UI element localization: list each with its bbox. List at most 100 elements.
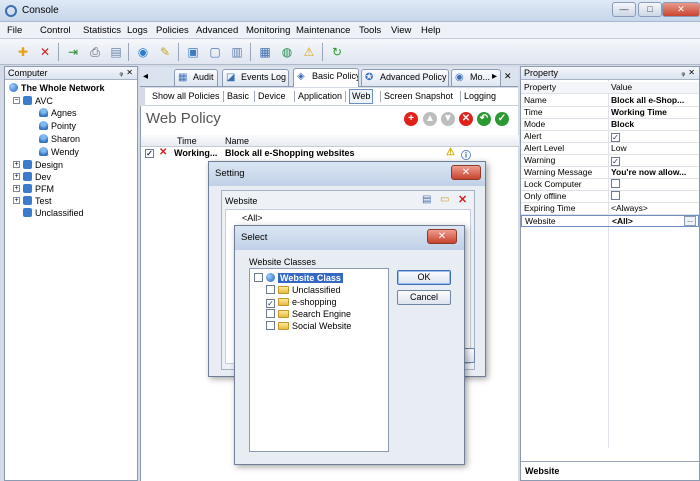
- website-class-item[interactable]: ✓ e-shopping: [266, 296, 337, 308]
- tab-scroll-right-icon[interactable]: ▸: [492, 71, 497, 82]
- property-row-name[interactable]: Name Block all e-Shop...: [521, 95, 699, 107]
- subtab-web[interactable]: Web: [349, 89, 374, 104]
- tab-advanced-policy[interactable]: ✪ Advanced Policy: [361, 69, 449, 86]
- cancel-button[interactable]: Cancel: [397, 290, 451, 305]
- property-row-time[interactable]: Time Working Time: [521, 107, 699, 119]
- monitor-icon[interactable]: ▢: [206, 43, 224, 61]
- delete-policy-button[interactable]: ✕: [459, 112, 473, 126]
- name-column-header[interactable]: Name: [225, 136, 249, 146]
- minimize-button[interactable]: —: [612, 2, 636, 17]
- expand-toggle[interactable]: −: [13, 97, 20, 104]
- maximize-button[interactable]: □: [638, 2, 662, 17]
- property-row-only-offline[interactable]: Only offline: [521, 191, 699, 203]
- website-class-checkbox[interactable]: [266, 285, 275, 294]
- time-column-header[interactable]: Time: [177, 136, 197, 146]
- delete-website-icon[interactable]: ✕: [458, 193, 467, 206]
- website-class-item[interactable]: Unclassified: [266, 284, 341, 296]
- property-checkbox[interactable]: [611, 191, 697, 202]
- menu-tools[interactable]: Tools: [359, 25, 381, 36]
- expand-toggle[interactable]: +: [13, 197, 20, 204]
- website-class-root[interactable]: Website Class: [254, 272, 343, 284]
- screen-icon[interactable]: ▥: [228, 43, 246, 61]
- property-checkbox[interactable]: ✓: [611, 155, 697, 166]
- menu-monitoring[interactable]: Monitoring: [246, 25, 290, 36]
- tree-computer-pointy[interactable]: Pointy: [39, 120, 76, 132]
- tree-group-test[interactable]: Test: [23, 195, 52, 207]
- menu-maintenance[interactable]: Maintenance: [296, 25, 350, 36]
- menu-policies[interactable]: Policies: [156, 25, 189, 36]
- folder-icon[interactable]: ▭: [440, 194, 449, 205]
- property-checkbox-box[interactable]: [611, 179, 620, 188]
- close-icon[interactable]: ✕: [688, 67, 695, 79]
- website-class-root-checkbox[interactable]: [254, 273, 263, 282]
- property-row-website[interactable]: Website <All>...: [521, 215, 699, 227]
- row-enable-checkbox[interactable]: ✓: [145, 149, 154, 158]
- setting-close-button[interactable]: ✕: [451, 165, 481, 180]
- apply-button[interactable]: ✓: [495, 112, 509, 126]
- menu-view[interactable]: View: [391, 25, 411, 36]
- report-icon[interactable]: ▦: [256, 43, 274, 61]
- tab-close-icon[interactable]: ✕: [504, 71, 512, 82]
- tree-group-unclassified[interactable]: Unclassified: [23, 207, 84, 219]
- menu-logs[interactable]: Logs: [127, 25, 148, 36]
- website-list-item[interactable]: <All>: [242, 213, 263, 223]
- menu-file[interactable]: File: [7, 25, 22, 36]
- move-up-button[interactable]: ▲: [423, 112, 437, 126]
- subtab-basic[interactable]: Basic: [227, 91, 249, 101]
- select-close-button[interactable]: ✕: [427, 229, 457, 244]
- undo-button[interactable]: ↶: [477, 112, 491, 126]
- tree-root[interactable]: The Whole Network: [9, 82, 105, 94]
- tree-group-pfm[interactable]: PFM: [23, 183, 54, 195]
- tree-group-dev[interactable]: Dev: [23, 171, 51, 183]
- computers-icon[interactable]: ▣: [184, 43, 202, 61]
- menu-statistics[interactable]: Statistics: [83, 25, 121, 36]
- property-row-alert-level[interactable]: Alert Level Low: [521, 143, 699, 155]
- expand-toggle[interactable]: +: [13, 161, 20, 168]
- property-checkbox-box[interactable]: ✓: [611, 157, 620, 166]
- subtab-device[interactable]: Device: [258, 91, 286, 101]
- tab-events-log[interactable]: ◪ Events Log: [222, 69, 289, 86]
- refresh-icon[interactable]: ↻: [328, 43, 346, 61]
- add-policy-button[interactable]: +: [404, 112, 418, 126]
- ok-button[interactable]: OK: [397, 270, 451, 285]
- website-class-item[interactable]: Social Website: [266, 320, 351, 332]
- table-row[interactable]: ✓ ✕ Working... Block all e-Shopping website…: [141, 147, 519, 162]
- subtab-show-all-policies[interactable]: Show all Policies: [152, 91, 220, 101]
- subtab-application[interactable]: Application: [298, 91, 342, 101]
- property-checkbox-box[interactable]: [611, 191, 620, 200]
- website-class-checkbox[interactable]: [266, 309, 275, 318]
- subtab-logging[interactable]: Logging: [464, 91, 496, 101]
- tree-computer-wendy[interactable]: Wendy: [39, 146, 79, 158]
- add-website-icon[interactable]: ▤: [422, 194, 431, 205]
- property-value[interactable]: Block all e-Shop...: [611, 95, 697, 106]
- globe-icon[interactable]: ◉: [134, 43, 152, 61]
- tab-audit[interactable]: ▦ Audit: [174, 69, 218, 86]
- import-icon[interactable]: ⇥: [64, 43, 82, 61]
- tree-computer-agnes[interactable]: Agnes: [39, 107, 77, 119]
- expand-toggle[interactable]: +: [13, 185, 20, 192]
- print-icon[interactable]: ⎙: [86, 43, 104, 61]
- delete-icon[interactable]: ✕: [36, 43, 54, 61]
- move-down-button[interactable]: ▼: [441, 112, 455, 126]
- website-class-item[interactable]: Search Engine: [266, 308, 351, 320]
- tab-scroll-left-icon[interactable]: ◂: [143, 71, 148, 82]
- tree-group-avc[interactable]: AVC: [23, 95, 53, 107]
- warning-icon[interactable]: ⚠: [300, 43, 318, 61]
- subtab-screen-snapshot[interactable]: Screen Snapshot: [384, 91, 453, 101]
- property-checkbox[interactable]: [611, 179, 697, 190]
- tree-computer-sharon[interactable]: Sharon: [39, 133, 80, 145]
- property-row-expiring-time[interactable]: Expiring Time <Always>: [521, 203, 699, 215]
- property-value[interactable]: Working Time: [611, 107, 697, 118]
- menu-advanced[interactable]: Advanced: [196, 25, 238, 36]
- property-ellipsis-button[interactable]: ...: [684, 216, 696, 226]
- network-icon[interactable]: ◍: [278, 43, 296, 61]
- property-row-alert[interactable]: Alert ✓: [521, 131, 699, 143]
- key-icon[interactable]: ✎: [156, 43, 174, 61]
- close-window-button[interactable]: ✕: [662, 2, 700, 17]
- property-row-lock-computer[interactable]: Lock Computer: [521, 179, 699, 191]
- add-icon[interactable]: ✚: [14, 43, 32, 61]
- expand-toggle[interactable]: +: [13, 173, 20, 180]
- property-checkbox-box[interactable]: ✓: [611, 133, 620, 142]
- website-class-checkbox[interactable]: [266, 321, 275, 330]
- property-row-warning-message[interactable]: Warning Message You're now allow...: [521, 167, 699, 179]
